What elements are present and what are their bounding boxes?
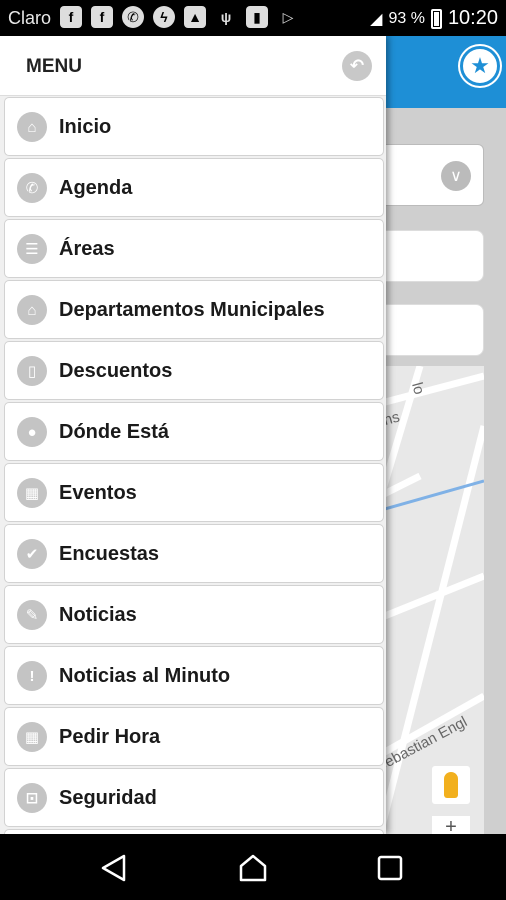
- check-icon: ✔: [17, 539, 47, 569]
- home-nav-button[interactable]: [239, 854, 267, 882]
- menu-item-seguridad[interactable]: ⊡ Seguridad: [4, 768, 384, 827]
- battery-percent: 93 %: [388, 9, 425, 27]
- menu-item-label: Pedir Hora: [59, 726, 161, 748]
- system-nav-bar: [0, 834, 506, 900]
- bookmark-icon: ▮: [246, 6, 268, 28]
- menu-item-label: Descuentos: [59, 360, 173, 382]
- menu-item-label: Inicio: [59, 116, 112, 138]
- wifi-hotspot-icon: ψ: [220, 9, 232, 25]
- facebook-icon: f: [91, 6, 113, 28]
- menu-item-label: Noticias: [59, 604, 137, 626]
- star-icon: ★: [470, 53, 490, 78]
- menu-item-donde-esta[interactable]: ● Dónde Está: [4, 402, 384, 461]
- home-icon: ⌂: [17, 112, 47, 142]
- back-button[interactable]: ↶: [342, 51, 372, 81]
- menu-item-label: Eventos: [59, 482, 137, 504]
- calendar-icon: ▦: [17, 478, 47, 508]
- back-arrow-icon: ↶: [349, 56, 365, 75]
- menu-item-label: Seguridad: [59, 787, 157, 809]
- favorite-star-button[interactable]: ★: [460, 46, 500, 86]
- warning-icon: !: [17, 661, 47, 691]
- menu-item-descuentos[interactable]: ▯ Descuentos: [4, 341, 384, 400]
- messenger-icon: ϟ: [153, 6, 175, 28]
- signal-icon: ◢: [370, 10, 383, 28]
- menu-item-noticias[interactable]: ✎ Noticias: [4, 585, 384, 644]
- shopping-bag-icon: ▯: [17, 356, 47, 386]
- list-icon: ☰: [17, 234, 47, 264]
- pencil-icon: ✎: [17, 600, 47, 630]
- lock-icon: ⊡: [17, 783, 47, 813]
- back-nav-button[interactable]: [100, 854, 128, 882]
- home-icon: ⌂: [17, 295, 47, 325]
- menu-item-agenda[interactable]: ✆ Agenda: [4, 158, 384, 217]
- pegman-icon: [444, 772, 458, 798]
- menu-item-encuestas[interactable]: ✔ Encuestas: [4, 524, 384, 583]
- menu-item-departamentos[interactable]: ⌂ Departamentos Municipales: [4, 280, 384, 339]
- menu-item-label: Agenda: [59, 177, 133, 199]
- image-icon: ▲: [184, 6, 206, 28]
- menu-item-label: Noticias al Minuto: [59, 665, 231, 687]
- zoom-in-button[interactable]: +: [432, 816, 470, 838]
- chevron-down-icon: ∨: [441, 161, 471, 191]
- carrier-name: Claro: [8, 8, 52, 28]
- menu-item-inicio[interactable]: ⌂ Inicio: [4, 97, 384, 156]
- calendar-icon: ▦: [17, 722, 47, 752]
- drawer-header: MENU ↶: [0, 36, 386, 96]
- battery-icon: [430, 8, 442, 29]
- menu-item-pedir-hora[interactable]: ▦ Pedir Hora: [4, 707, 384, 766]
- menu-item-label: Dónde Está: [59, 421, 170, 443]
- play-store-icon: ▷: [282, 8, 294, 25]
- phone-icon: ✆: [17, 173, 47, 203]
- menu-item-label: Departamentos Municipales: [59, 299, 325, 321]
- recents-nav-button[interactable]: [376, 854, 404, 882]
- clock: 10:20: [447, 7, 498, 29]
- street-view-pegman[interactable]: [432, 766, 470, 804]
- map-pin-icon: ●: [17, 417, 47, 447]
- whatsapp-icon: ✆: [122, 6, 144, 28]
- menu-item-label: Encuestas: [59, 543, 160, 565]
- menu-item-label: Áreas: [59, 238, 115, 260]
- status-right: ◢ 93 % 10:20: [370, 7, 498, 30]
- menu-item-areas[interactable]: ☰ Áreas: [4, 219, 384, 278]
- facebook-icon: f: [60, 6, 82, 28]
- menu-item-noticias-al-minuto[interactable]: ! Noticias al Minuto: [4, 646, 384, 705]
- menu-item-eventos[interactable]: ▦ Eventos: [4, 463, 384, 522]
- navigation-drawer: MENU ↶ ⌂ Inicio ✆ Agenda ☰ Áreas ⌂ Depar…: [0, 36, 386, 834]
- notification-icons: f f ✆ ϟ ▲ ψ ▮ ▷: [60, 6, 299, 28]
- status-bar: Claro f f ✆ ϟ ▲ ψ ▮ ▷ ◢ 93 % 10:20: [0, 0, 506, 36]
- drawer-title: MENU: [26, 56, 82, 77]
